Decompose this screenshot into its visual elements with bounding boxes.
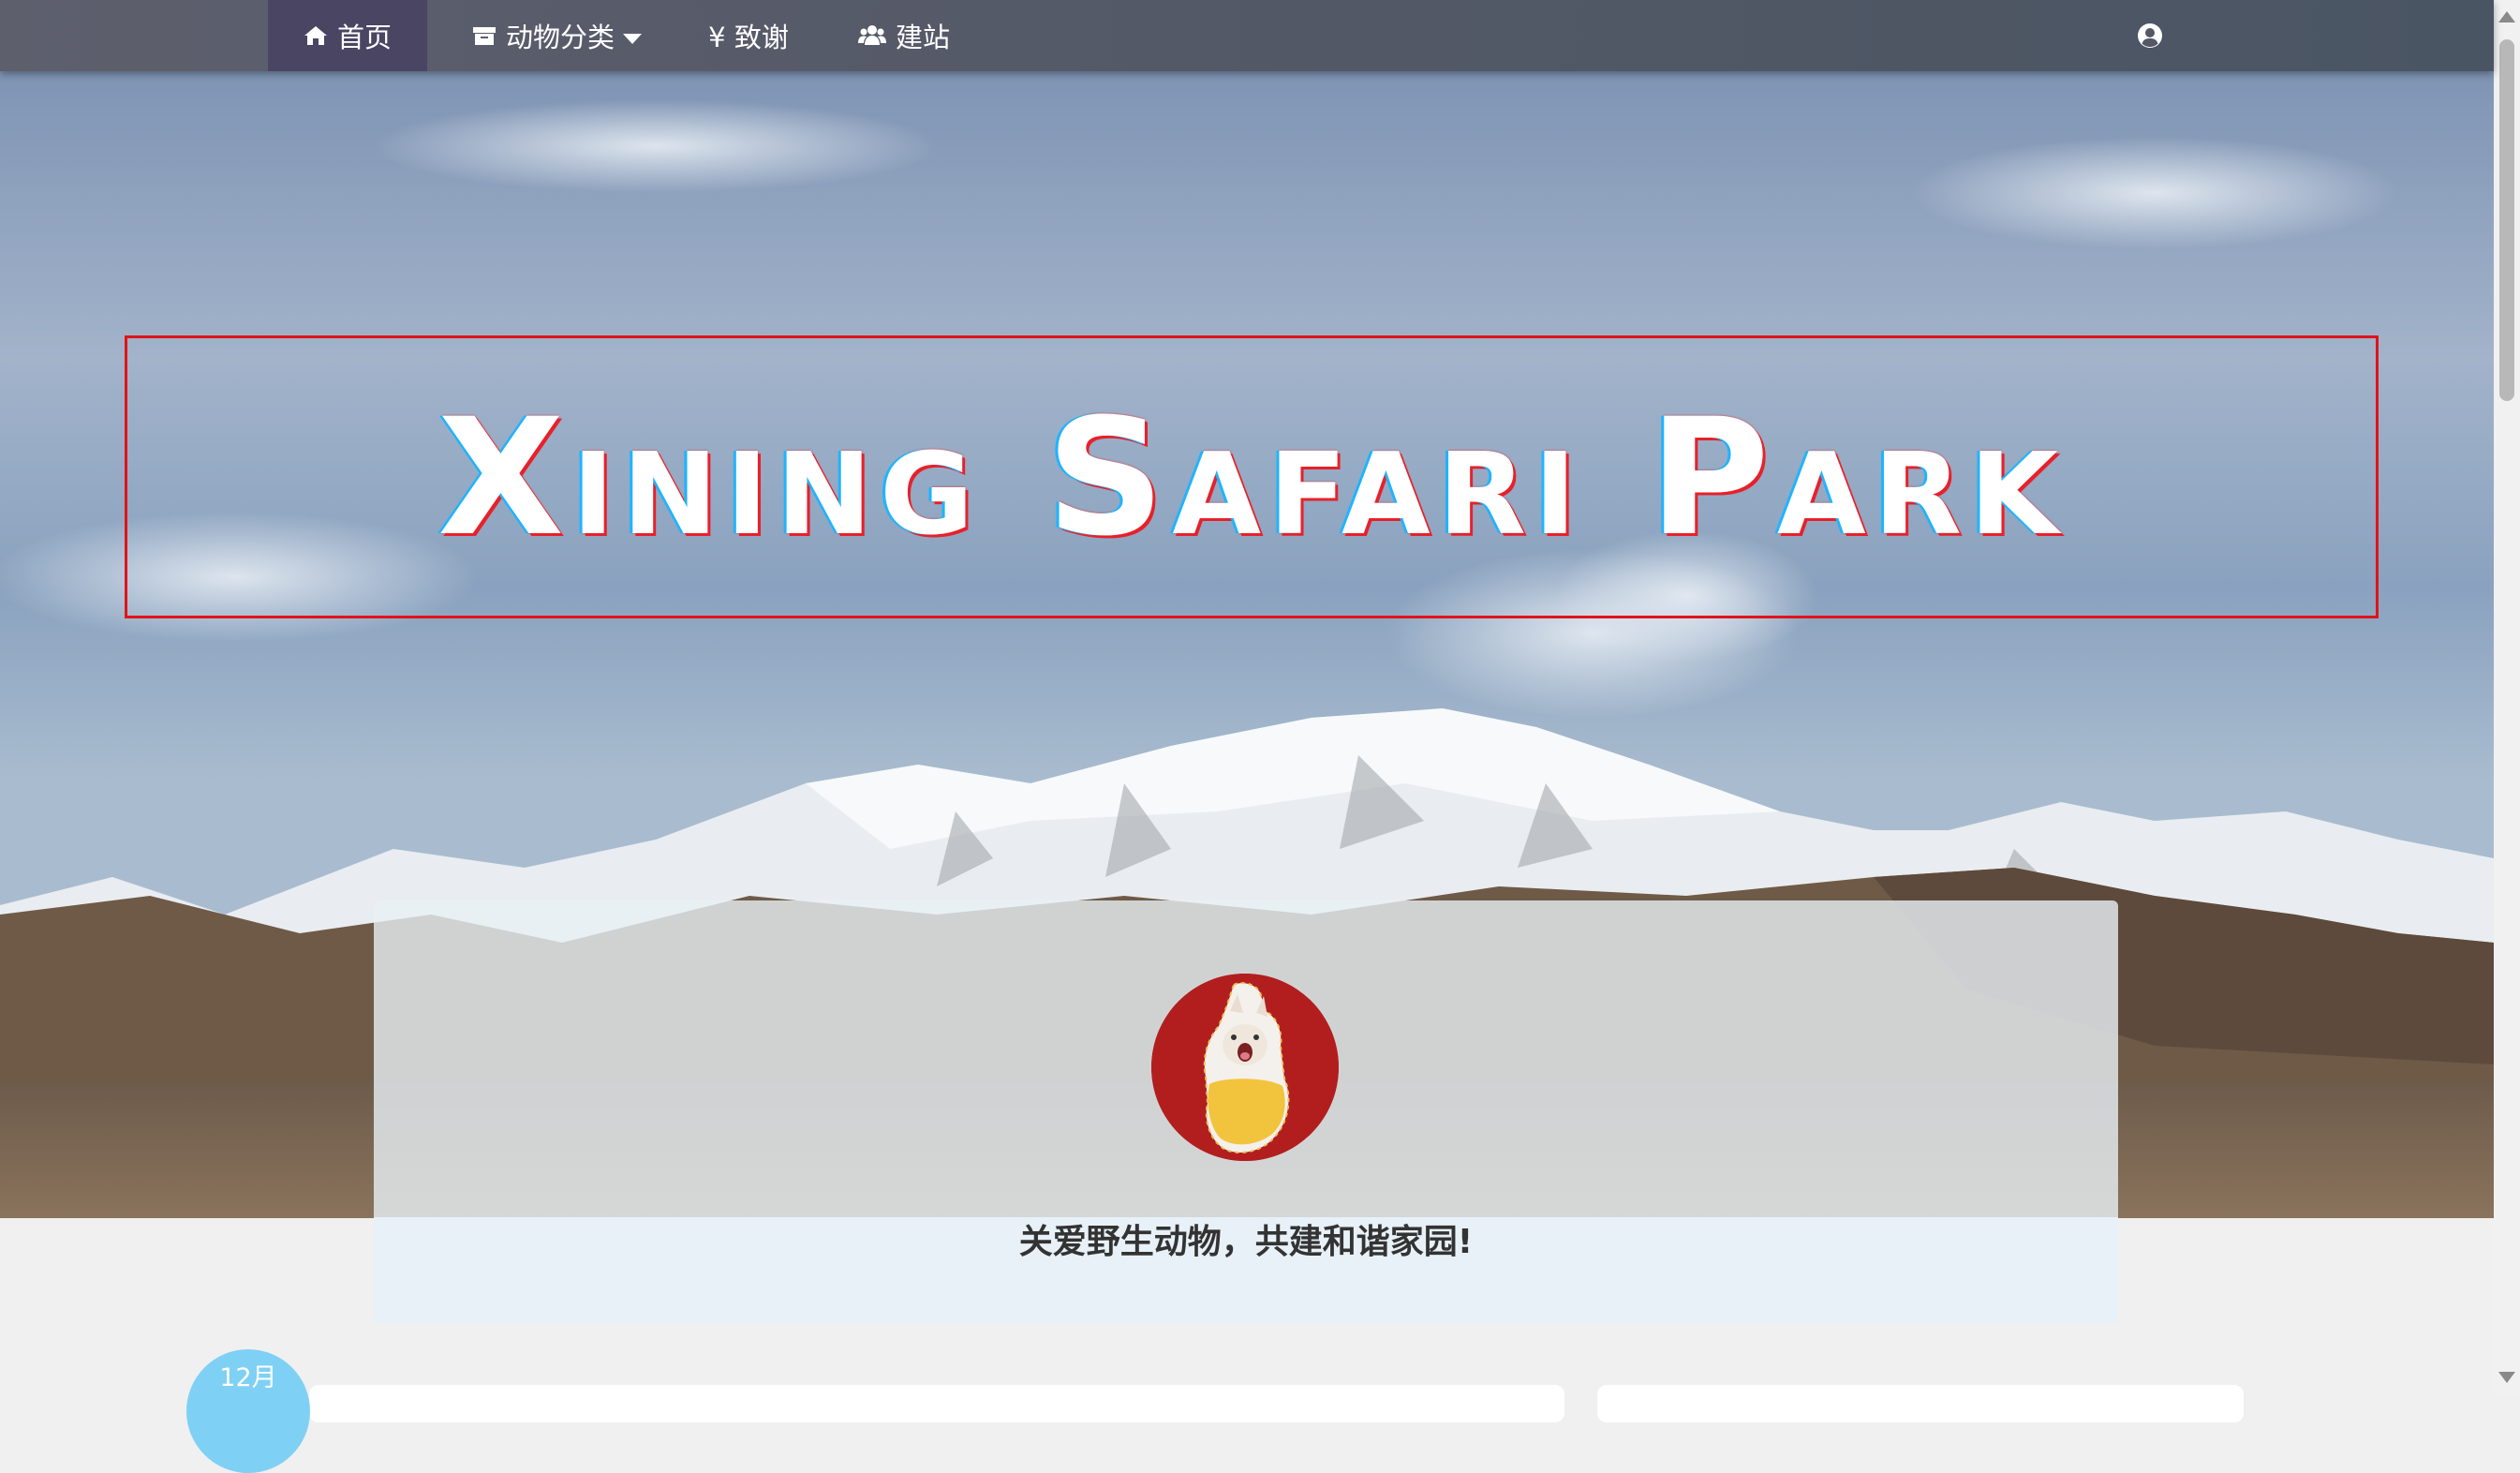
nav-thanks[interactable]: ¥ 致谢 [693, 0, 804, 71]
scroll-thumb[interactable] [2499, 39, 2514, 401]
park-title-frame: Xining Safari Park [125, 335, 2379, 618]
slogan-text: 关爱野生动物，共建和谐家园! [1018, 1223, 1474, 1261]
nav-home[interactable]: 首页 [268, 0, 427, 71]
cat-avatar-image [1151, 974, 1339, 1161]
nav-animals-label: 动物分类 [505, 22, 615, 53]
post-card[interactable] [1597, 1385, 2244, 1422]
nav-animals-dropdown[interactable]: 动物分类 [450, 0, 665, 71]
post-card[interactable] [309, 1385, 1564, 1422]
nav-build[interactable]: 建站 [843, 0, 965, 71]
park-title: Xining Safari Park [437, 382, 2067, 572]
scroll-up-arrow-icon[interactable] [2498, 11, 2515, 22]
user-circle-icon [2138, 23, 2162, 48]
users-icon [857, 25, 886, 45]
top-navbar: 首页 动物分类 ¥ 致谢 建站 [0, 0, 2494, 71]
date-badge: 12月 [186, 1349, 310, 1473]
profile-card: 关爱野生动物，共建和谐家园! [374, 900, 2118, 1324]
archive-icon [472, 27, 496, 45]
nav-home-label: 首页 [336, 22, 392, 53]
user-menu-button[interactable] [2127, 0, 2173, 71]
avatar [1151, 974, 1339, 1161]
scroll-down-arrow-icon[interactable] [2498, 1372, 2515, 1383]
chevron-down-icon [623, 34, 642, 44]
page-scrollbar[interactable] [2494, 0, 2520, 1394]
nav-thanks-label: ¥ 致谢 [708, 22, 789, 53]
home-icon [304, 26, 327, 45]
date-badge-month: 12月 [219, 1363, 277, 1392]
nav-build-label: 建站 [895, 22, 950, 53]
